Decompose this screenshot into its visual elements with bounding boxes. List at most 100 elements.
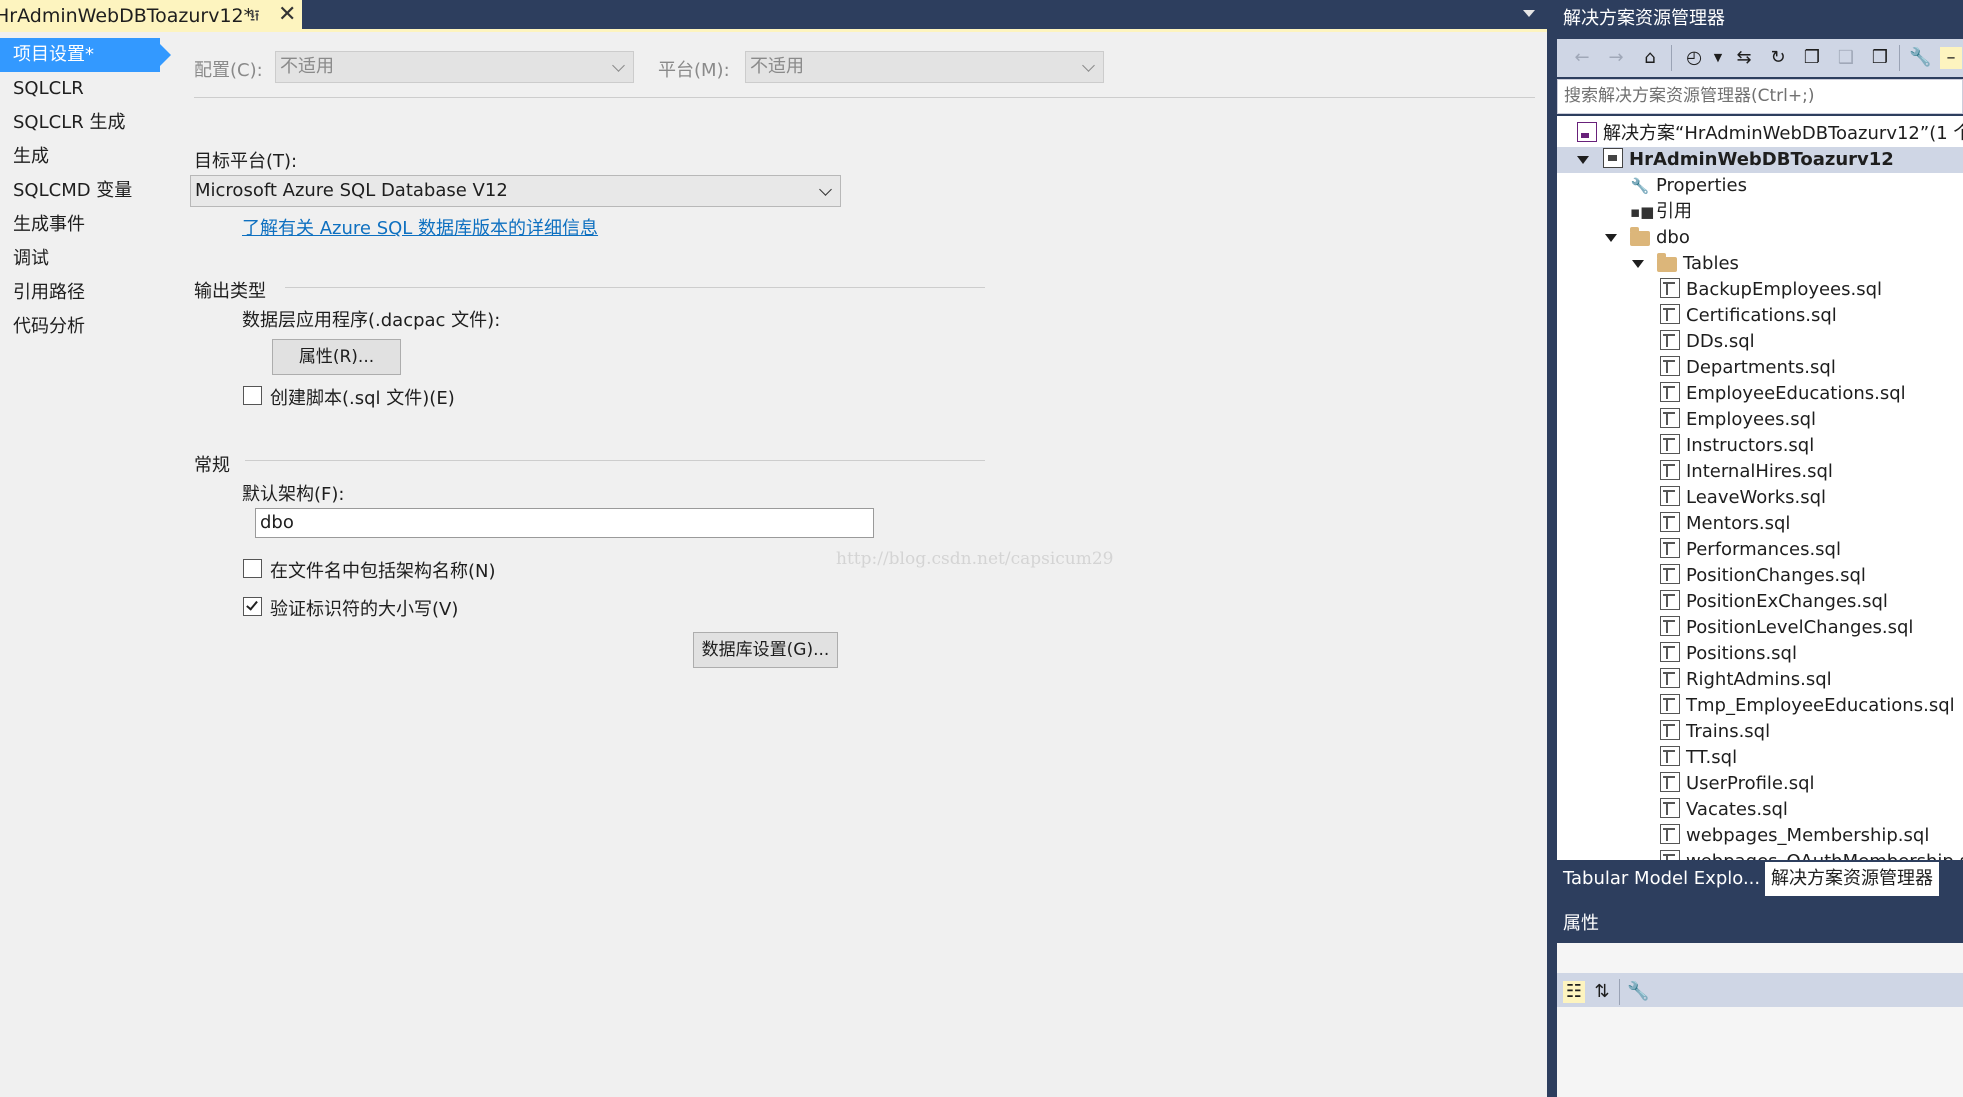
table-file-label: LeaveWorks.sql (1686, 487, 1827, 508)
target-platform-select[interactable]: Microsoft Azure SQL Database V12 (190, 175, 841, 207)
forward-icon[interactable]: → (1605, 47, 1627, 69)
pending-changes-icon[interactable]: ◴ (1683, 47, 1705, 69)
pin-icon[interactable]: ⭿ (250, 6, 260, 31)
sql-table-icon (1660, 798, 1680, 818)
table-file-node[interactable]: EmployeeEducations.sql (1660, 381, 1906, 407)
references-icon: ▪■ (1630, 203, 1655, 221)
tab-solution-explorer[interactable]: 解决方案资源管理器 (1765, 862, 1939, 896)
nav-item[interactable]: SQLCLR (0, 72, 172, 106)
table-file-label: Instructors.sql (1686, 435, 1815, 456)
platform-label: 平台(M): (658, 60, 730, 81)
project-node[interactable]: HrAdminWebDBToazurv12 (1557, 147, 1963, 173)
solution-explorer-search[interactable]: 搜索解决方案资源管理器(Ctrl+;) (1557, 79, 1963, 114)
table-file-node[interactable]: LeaveWorks.sql (1660, 485, 1826, 511)
table-file-node[interactable]: TT.sql (1660, 745, 1737, 771)
nav-item[interactable]: 调试 (0, 242, 172, 276)
refresh-icon[interactable]: ↻ (1767, 47, 1789, 69)
table-file-node[interactable]: Mentors.sql (1660, 511, 1790, 537)
table-file-label: Vacates.sql (1686, 799, 1788, 820)
nav-item[interactable]: SQLCMD 变量 (0, 174, 172, 208)
table-file-node[interactable]: webpages_Membership.sql (1660, 823, 1929, 849)
document-tab-bar: HrAdminWebDBToazurv12* ⭿ ✕ (0, 0, 1547, 32)
nav-item[interactable]: 代码分析 (0, 310, 172, 344)
alphabetical-icon[interactable]: ⇅ (1591, 981, 1613, 1003)
table-file-label: Performances.sql (1686, 539, 1841, 560)
home-icon[interactable]: ⌂ (1639, 47, 1661, 69)
table-file-node[interactable]: DDs.sql (1660, 329, 1755, 355)
default-schema-input[interactable]: dbo (255, 508, 874, 538)
table-file-label: webpages_Membership.sql (1686, 825, 1930, 846)
properties-panel-title: 属性 (1563, 913, 1599, 934)
azure-sql-version-link[interactable]: 了解有关 Azure SQL 数据库版本的详细信息 (242, 214, 598, 240)
copy-icon[interactable]: ❒ (1869, 47, 1891, 69)
document-tab[interactable]: HrAdminWebDBToazurv12* ⭿ ✕ (0, 0, 302, 32)
table-file-node[interactable]: InternalHires.sql (1660, 459, 1833, 485)
sql-table-icon (1660, 538, 1680, 558)
properties-toolbar: ☷ ⇅ 🔧 (1557, 973, 1963, 1007)
table-file-node[interactable]: UserProfile.sql (1660, 771, 1815, 797)
table-file-label: BackupEmployees.sql (1686, 279, 1883, 300)
table-file-node[interactable]: BackupEmployees.sql (1660, 277, 1882, 303)
nav-item[interactable]: 引用路径 (0, 276, 172, 310)
table-file-node[interactable]: PositionExChanges.sql (1660, 589, 1888, 615)
dbo-node[interactable]: dbo (1603, 225, 1690, 251)
tables-node[interactable]: Tables (1630, 251, 1739, 277)
show-all-files-icon[interactable]: ❑ (1835, 47, 1857, 69)
target-platform-label: 目标平台(T): (194, 151, 298, 172)
table-file-node[interactable]: Vacates.sql (1660, 797, 1788, 823)
chevron-down-icon (1082, 59, 1095, 72)
pin-icon[interactable]: – (1940, 47, 1962, 69)
database-settings-button[interactable]: 数据库设置(G)... (693, 632, 838, 668)
nav-item[interactable]: 生成事件 (0, 208, 172, 242)
sql-table-icon (1660, 512, 1680, 532)
expand-icon[interactable] (1632, 260, 1644, 268)
nav-item[interactable]: SQLCLR 生成 (0, 106, 172, 140)
include-schema-checkbox[interactable] (243, 559, 262, 578)
tab-dropdown-icon[interactable] (1523, 10, 1535, 17)
chevron-down-icon (612, 59, 625, 72)
table-file-node[interactable]: webpages_OAuthMembership.sql (1660, 849, 1963, 860)
back-icon[interactable]: ← (1571, 47, 1593, 69)
categorized-icon[interactable]: ☷ (1563, 981, 1585, 1003)
platform-select[interactable]: 不适用 (745, 51, 1104, 83)
chevron-down-icon[interactable]: ▼ (1707, 47, 1729, 69)
sql-table-icon (1660, 694, 1680, 714)
close-icon[interactable]: ✕ (278, 2, 296, 27)
table-file-node[interactable]: Trains.sql (1660, 719, 1770, 745)
expand-icon[interactable] (1605, 234, 1617, 242)
wrench-icon[interactable]: 🔧 (1627, 981, 1649, 1003)
sync-icon[interactable]: ⇆ (1733, 47, 1755, 69)
references-node[interactable]: ▪■引用 (1630, 199, 1692, 225)
nav-item[interactable]: 生成 (0, 140, 172, 174)
sql-table-icon (1660, 824, 1680, 844)
output-type-section: 输出类型 (194, 281, 266, 302)
table-file-node[interactable]: Employees.sql (1660, 407, 1816, 433)
divider (245, 460, 985, 461)
tab-tabular-model-explorer[interactable]: Tabular Model Explo... (1557, 862, 1766, 896)
validate-case-checkbox[interactable] (243, 597, 262, 616)
table-file-label: Employees.sql (1686, 409, 1817, 430)
collapse-all-icon[interactable]: ❐ (1801, 47, 1823, 69)
table-file-node[interactable]: Tmp_EmployeeEducations.sql (1660, 693, 1955, 719)
config-select[interactable]: 不适用 (275, 51, 634, 83)
properties-node[interactable]: 🔧 Properties (1630, 173, 1747, 199)
expand-icon[interactable] (1577, 156, 1589, 164)
table-file-node[interactable]: PositionChanges.sql (1660, 563, 1866, 589)
table-file-node[interactable]: Instructors.sql (1660, 433, 1814, 459)
table-file-node[interactable]: Performances.sql (1660, 537, 1841, 563)
sql-table-icon (1660, 590, 1680, 610)
table-file-node[interactable]: RightAdmins.sql (1660, 667, 1832, 693)
table-file-node[interactable]: PositionLevelChanges.sql (1660, 615, 1913, 641)
solution-tree: 解决方案“HrAdminWebDBToazurv12”(1 个 HrAdminW… (1557, 116, 1963, 860)
properties-button[interactable]: 属性(R)... (272, 339, 401, 375)
create-script-checkbox[interactable] (243, 386, 262, 405)
nav-item[interactable]: 项目设置* (0, 38, 171, 72)
table-file-label: UserProfile.sql (1686, 773, 1815, 794)
wrench-icon[interactable]: 🔧 (1909, 47, 1931, 69)
table-file-node[interactable]: Departments.sql (1660, 355, 1836, 381)
solution-node[interactable]: 解决方案“HrAdminWebDBToazurv12”(1 个 (1577, 121, 1963, 147)
table-file-node[interactable]: Positions.sql (1660, 641, 1797, 667)
table-file-label: webpages_OAuthMembership.sql (1686, 851, 1963, 860)
toolbar-separator (1619, 979, 1620, 1005)
table-file-node[interactable]: Certifications.sql (1660, 303, 1837, 329)
